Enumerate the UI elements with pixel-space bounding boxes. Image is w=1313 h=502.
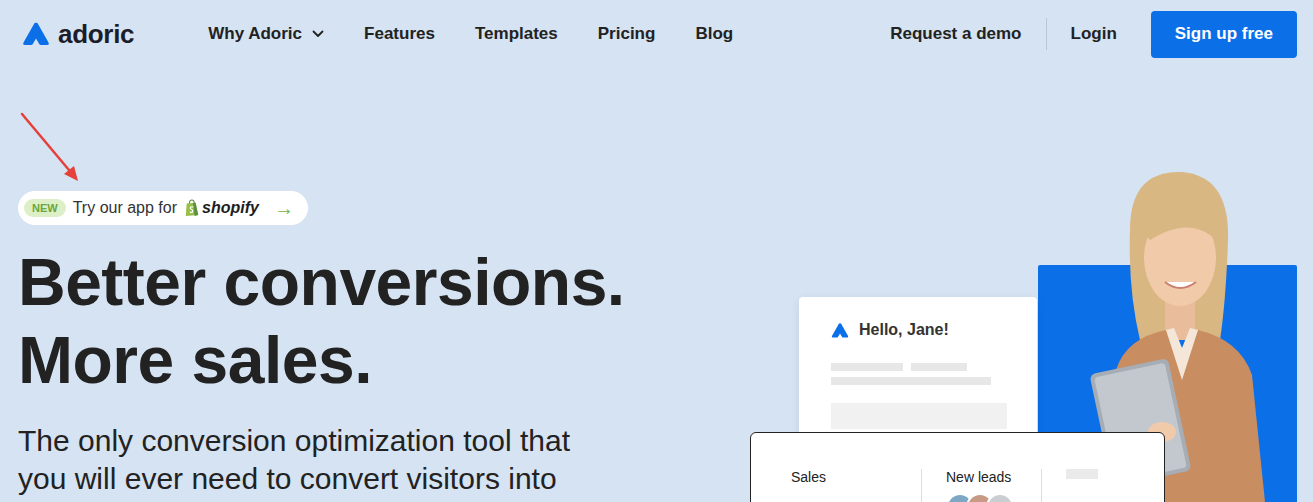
hero-illustration: Hello, Jane! Sales New leads [750,170,1297,502]
logo[interactable]: adoric [22,19,134,50]
nav-links: Why Adoric Features Templates Pricing Blog [208,24,733,44]
nav-actions: Request a demo Login Sign up free [890,11,1297,58]
nav-link[interactable]: Why Adoric [208,24,324,44]
hero-title: Better conversions.More sales. [18,243,625,399]
skeleton-line [1066,469,1098,479]
hero-subtitle: The only conversion optimization tool th… [18,422,570,498]
top-nav: adoric Why Adoric Features Templates Pricing… [0,0,1313,68]
adoric-logo-icon [22,21,50,47]
arrow-right-icon: → [274,198,294,218]
shopify-bag-icon [184,199,200,217]
avatar-group [946,493,1041,502]
stats-card: Sales New leads [750,432,1165,502]
nav-divider [1046,18,1047,50]
landing-page: adoric Why Adoric Features Templates Pricing… [0,0,1313,502]
greeting: Hello, Jane! [859,321,949,339]
hero-title-line: More sales. [18,321,625,399]
hero-subtitle-line: you will ever need to convert visitors i… [18,460,570,498]
stat-placeholder [1042,469,1098,479]
chevron-down-icon [312,30,324,38]
hero-title-line: Better conversions. [18,243,625,321]
request-demo-link[interactable]: Request a demo [890,24,1021,44]
new-tag: NEW [24,199,66,217]
skeleton-line [831,363,903,371]
shopify-logo: shopify [184,199,259,217]
login-link[interactable]: Login [1071,24,1117,44]
stat: New leads [922,469,1042,502]
hero-subtitle-line: The only conversion optimization tool th… [18,422,570,460]
stat: Sales [791,469,922,502]
nav-link[interactable]: Features [364,24,435,44]
shopify-badge[interactable]: NEW Try our app for shopify → [18,191,308,225]
avatar [986,493,1014,502]
adoric-logo-icon [831,322,849,339]
nav-link[interactable]: Templates [475,24,558,44]
stat-label: Sales [791,469,921,485]
annotation-arrow [18,110,88,190]
skeleton-line [911,363,967,371]
welcome-header: Hello, Jane! [831,321,949,339]
nav-link[interactable]: Blog [695,24,733,44]
signup-button[interactable]: Sign up free [1151,11,1297,58]
stat-label: New leads [946,469,1041,485]
badge-text: Try our app for [73,199,177,217]
nav-link[interactable]: Pricing [598,24,656,44]
skeleton-block [831,403,1007,429]
skeleton-row [831,363,967,371]
logo-text: adoric [58,19,134,50]
skeleton-line [831,377,991,385]
